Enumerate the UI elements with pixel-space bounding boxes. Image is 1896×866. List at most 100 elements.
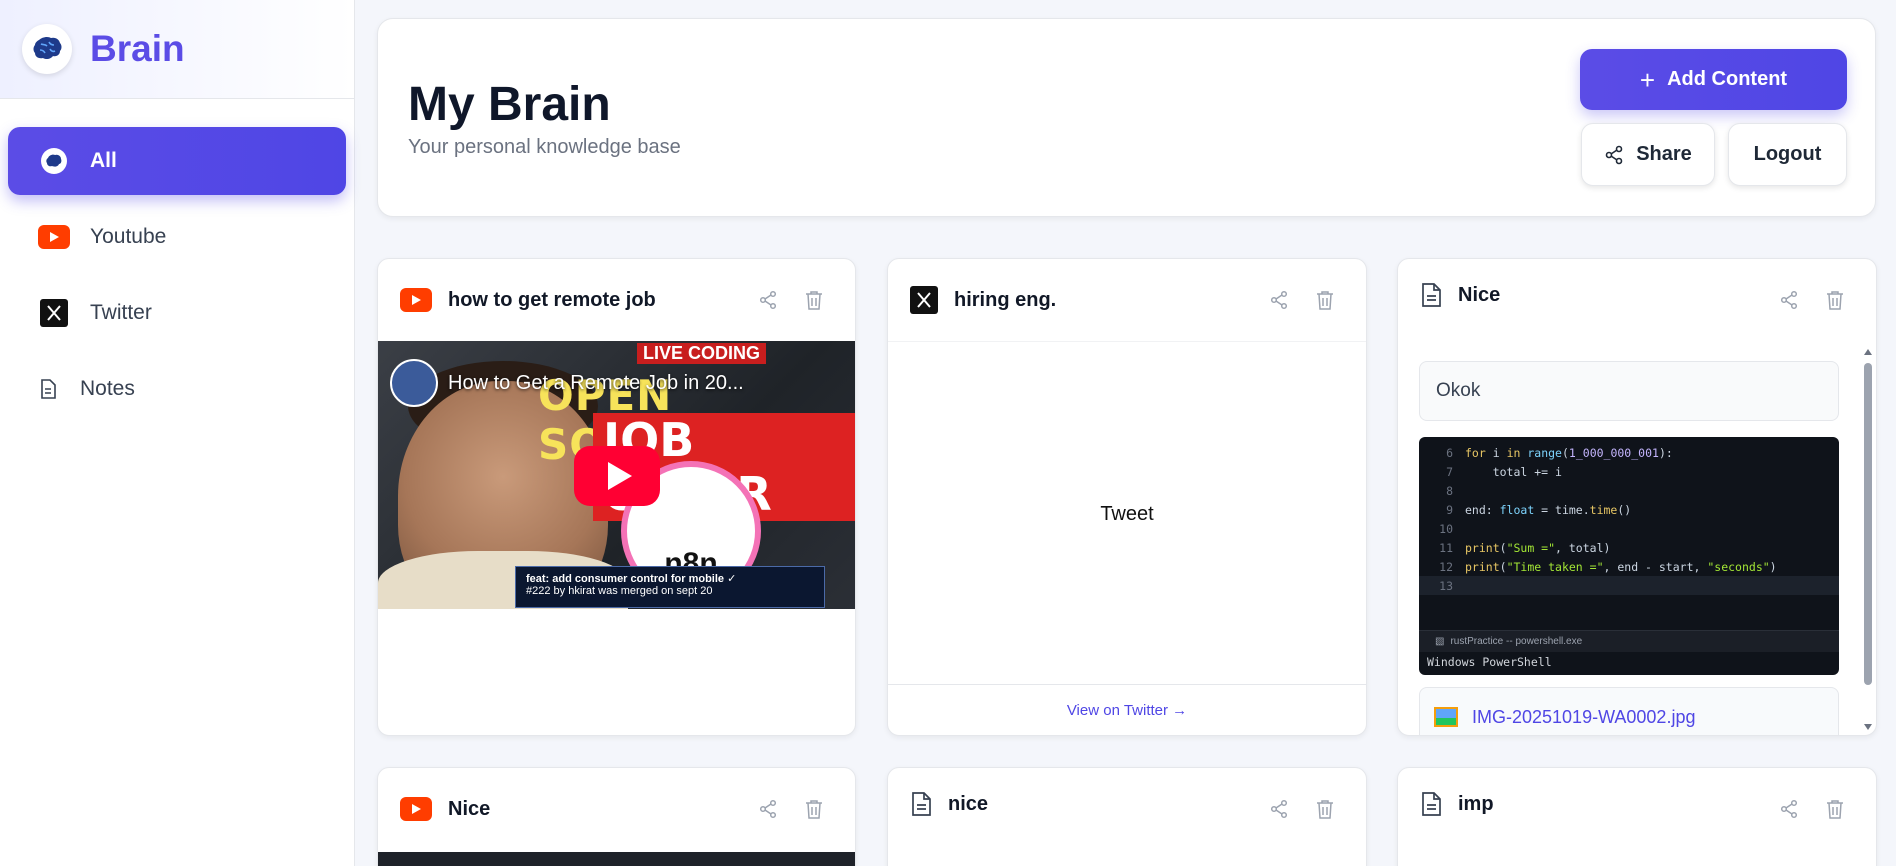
- share-icon[interactable]: [1268, 289, 1290, 311]
- code-text: print("Time taken =", end - start, "seco…: [1465, 559, 1777, 574]
- brand[interactable]: Brain: [0, 0, 354, 99]
- logout-label: Logout: [1753, 143, 1822, 165]
- plus-icon: +: [1639, 64, 1656, 95]
- document-icon: [910, 792, 932, 816]
- card-title: how to get remote job: [448, 288, 656, 311]
- card-actions: [1268, 289, 1336, 311]
- code-line: 11 print("Sum =", total): [1419, 538, 1839, 557]
- note-text: Okok: [1419, 361, 1839, 421]
- sidebar: Brain All Youtube Twitter Notes: [0, 0, 355, 866]
- attachment-link[interactable]: IMG-20251019-WA0002.jpg: [1419, 687, 1839, 735]
- sidebar-item-youtube[interactable]: Youtube: [8, 203, 346, 271]
- line-number: 8: [1446, 483, 1453, 498]
- code-screenshot: 6 for i in range(1_000_000_001): 7 total …: [1419, 437, 1839, 675]
- trash-icon[interactable]: [803, 289, 825, 311]
- card-title: Nice: [1458, 283, 1501, 306]
- document-icon: [1420, 283, 1442, 307]
- card-actions: [757, 798, 825, 820]
- scroll-up-icon[interactable]: [1862, 347, 1874, 357]
- line-number: 11: [1439, 540, 1453, 555]
- card-actions: [1268, 798, 1336, 820]
- page-title: My Brain: [408, 78, 611, 131]
- youtube-icon: [400, 797, 432, 821]
- tweet-embed: Tweet: [888, 341, 1366, 686]
- content-card-note: imp: [1397, 767, 1877, 866]
- sidebar-item-notes[interactable]: Notes: [8, 355, 346, 423]
- sidebar-item-twitter[interactable]: Twitter: [8, 279, 346, 347]
- content-card-twitter: hiring eng. Tweet View on Twitter →: [887, 258, 1367, 736]
- thumb-pr-box: feat: add consumer control for mobile ✓ …: [515, 566, 825, 608]
- code-line: 7 total += i: [1419, 462, 1839, 481]
- code-line: 8: [1419, 481, 1839, 500]
- trash-icon[interactable]: [1824, 798, 1846, 820]
- sidebar-item-label: Notes: [80, 377, 135, 400]
- content-card-youtube: Nice: [377, 767, 856, 866]
- x-icon: [910, 286, 938, 314]
- terminal-line: Windows PowerShell: [1427, 655, 1552, 669]
- video-title[interactable]: How to Get a Remote Job in 20...: [448, 372, 744, 395]
- image-file-icon: [1434, 707, 1458, 727]
- share-icon[interactable]: [1778, 798, 1800, 820]
- share-icon[interactable]: [757, 798, 779, 820]
- channel-avatar[interactable]: [390, 359, 438, 407]
- trash-icon[interactable]: [1314, 289, 1336, 311]
- share-button[interactable]: Share: [1581, 123, 1715, 186]
- share-icon[interactable]: [757, 289, 779, 311]
- content-card-youtube: how to get remote job LIVE CODING OPEN S…: [377, 258, 856, 736]
- share-icon[interactable]: [1268, 798, 1290, 820]
- youtube-icon: [400, 288, 432, 312]
- code-text: end: float = time.time(): [1465, 502, 1632, 517]
- thumb-pr-title: feat: add consumer control for mobile ✓: [526, 573, 737, 585]
- content-card-note: Nice Okok 6 for i in range(1_000_000_001)…: [1397, 258, 1877, 736]
- scroll-down-icon[interactable]: [1862, 722, 1874, 732]
- card-actions: [1778, 798, 1846, 820]
- video-embed[interactable]: LIVE CODING OPEN SOURCE TO JOB OFFER n8n…: [378, 341, 855, 609]
- share-label: Share: [1636, 143, 1692, 165]
- share-icon[interactable]: [1778, 289, 1800, 311]
- line-number: 10: [1439, 521, 1453, 536]
- play-button[interactable]: [574, 446, 660, 506]
- terminal-tab: ▧ rustPractice -- powershell.exe: [1419, 630, 1839, 652]
- add-content-button[interactable]: + Add Content: [1580, 49, 1847, 110]
- sidebar-item-label: Youtube: [90, 225, 167, 248]
- line-number: 12: [1439, 559, 1453, 574]
- brain-icon: [38, 145, 70, 177]
- code-line: 13: [1419, 576, 1839, 595]
- trash-icon[interactable]: [803, 798, 825, 820]
- sidebar-item-all[interactable]: All: [8, 127, 346, 195]
- page-subtitle: Your personal knowledge base: [408, 136, 681, 158]
- line-number: 7: [1446, 464, 1453, 479]
- card-title: imp: [1458, 792, 1494, 815]
- code-line: 12 print("Time taken =", end - start, "se…: [1419, 557, 1839, 576]
- card-scrollbar[interactable]: [1862, 347, 1874, 732]
- view-on-twitter-link[interactable]: View on Twitter →: [888, 684, 1366, 735]
- line-number: 13: [1439, 578, 1453, 593]
- brain-icon: [22, 24, 72, 74]
- code-text: total += i: [1465, 464, 1562, 479]
- line-number: 9: [1446, 502, 1453, 517]
- line-number: 6: [1446, 445, 1453, 460]
- code-line: 6 for i in range(1_000_000_001):: [1419, 443, 1839, 462]
- card-actions: [1778, 289, 1846, 311]
- add-content-label: Add Content: [1667, 68, 1788, 90]
- card-title: hiring eng.: [954, 288, 1057, 311]
- document-icon: [1420, 792, 1442, 816]
- note-icon: [38, 373, 58, 405]
- video-title-bar: How to Get a Remote Job in 20...: [390, 359, 744, 407]
- video-embed[interactable]: [378, 852, 855, 866]
- x-icon: [38, 297, 70, 329]
- sidebar-nav: All Youtube Twitter Notes: [0, 99, 354, 423]
- brand-name: Brain: [90, 28, 185, 69]
- sidebar-item-label: All: [90, 149, 117, 172]
- sidebar-item-label: Twitter: [90, 301, 152, 324]
- code-line: 10: [1419, 519, 1839, 538]
- trash-icon[interactable]: [1824, 289, 1846, 311]
- card-title: Nice: [448, 797, 491, 820]
- trash-icon[interactable]: [1314, 798, 1336, 820]
- scrollbar-thumb[interactable]: [1864, 363, 1872, 685]
- terminal-tab-label: rustPractice -- powershell.exe: [1450, 636, 1583, 647]
- youtube-icon: [38, 221, 70, 253]
- terminal-icon: ▧: [1435, 636, 1445, 647]
- card-title: nice: [948, 792, 989, 815]
- logout-button[interactable]: Logout: [1728, 123, 1847, 186]
